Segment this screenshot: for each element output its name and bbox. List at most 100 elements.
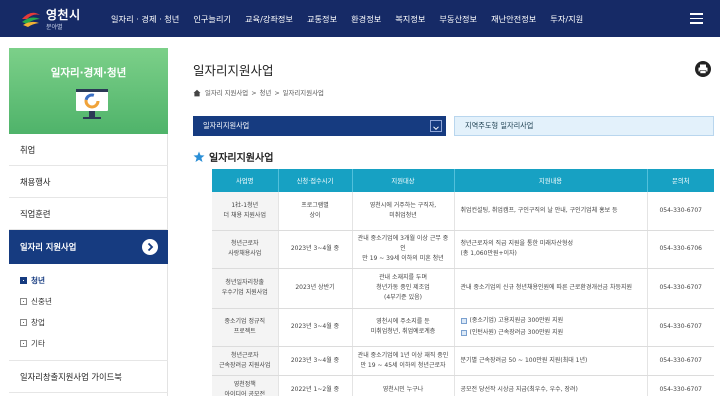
content-tabs: 일자리지원사업 지역주도형 일자리사업	[193, 116, 714, 136]
sidebar-sub-label: 청년	[31, 276, 45, 285]
period-cell: 2023년 3~4월 중	[277, 308, 352, 347]
period-cell: 2023년 상반기	[277, 268, 352, 309]
menu-disaster-safety[interactable]: 재난안전정보	[491, 13, 536, 25]
page-title: 일자리지원사업	[193, 63, 274, 78]
target-cell: 관내 중소기업에 1년 이상 재직 중인 만 19 ~ 45세 이하의 청년근로…	[351, 346, 454, 376]
support-content-text: 분기별 근속장려금 50 ~ 100만원 지원(최대 1년)	[460, 356, 588, 364]
hamburger-icon[interactable]	[690, 13, 703, 24]
menu-education[interactable]: 교육/강좌정보	[245, 13, 293, 25]
menu-real-estate[interactable]: 부동산정보	[439, 13, 477, 25]
star-icon	[193, 151, 205, 162]
target-cell: 영천시민 누구나	[351, 375, 454, 396]
logo-name: 영천시	[46, 8, 81, 22]
content-cell: 관내 중소기업의 신규 청년채용인원에 따른 근로환경개선금 차등지원	[453, 268, 647, 309]
menu-welfare[interactable]: 복지정보	[395, 13, 425, 25]
contact-cell: 054-330-6707	[646, 192, 714, 231]
contact-cell: 054-330-6707	[646, 268, 714, 309]
sidebar-sub-label: 기타	[31, 339, 45, 348]
column-header: 사업명	[212, 169, 278, 192]
menu-environment[interactable]: 환경정보	[351, 13, 381, 25]
support-content-line: (중소기업) 고용지원금 300만원 지원	[460, 316, 644, 326]
sidebar-sub-label: 창업	[31, 318, 45, 327]
breadcrumb-item[interactable]: 청년	[260, 88, 272, 97]
program-name-cell: 영천정책 아이디어 공모전	[212, 375, 278, 396]
table-row: 중소기업 정규직 프로젝트 2023년 3~4월 중 영천시에 주소지를 둔 미취업…	[212, 308, 714, 347]
program-name-cell: 1社-1청년 더 채용 지원사업	[212, 192, 278, 231]
section-title: 일자리지원사업	[193, 149, 273, 164]
column-header: 지원내용	[453, 169, 647, 192]
tab-job-support[interactable]: 일자리지원사업	[193, 116, 446, 136]
sidebar-item-job-support[interactable]: 일자리 지원사업	[9, 230, 168, 264]
square-bullet-icon	[20, 298, 27, 305]
sidebar-item-employment[interactable]: 취업	[9, 134, 168, 166]
menu-population[interactable]: 인구늘리기	[193, 13, 231, 25]
sidebar-item-guidebook[interactable]: 일자리창출지원사업 가이드북	[9, 361, 168, 393]
breadcrumb: 일자리 지원사업 > 청년 > 일자리지원사업	[193, 88, 324, 97]
tab-label: 일자리지원사업	[203, 121, 250, 130]
support-content-line: 취업컨설팅, 취업캠프, 구인구직의 날 안내, 구인기업체 홍보 등	[461, 206, 644, 216]
support-content-line: 관내 중소기업의 신규 청년채용인원에 따른 근로환경개선금 차등지원	[461, 283, 644, 293]
content-cell: (중소기업) 고용지원금 300만원 지원 (인턴사원) 근속장려금 300만원 …	[453, 308, 647, 347]
sidebar-sub-middle-age[interactable]: 신중년	[20, 291, 168, 312]
support-content-line: 분기별 근속장려금 50 ~ 100만원 지원(최대 1년)	[461, 356, 644, 366]
program-name-cell: 중소기업 정규직 프로젝트	[212, 308, 278, 347]
sidebar-menu: 취업 채용행사 직업훈련 일자리 지원사업 청년 신중년 창업 기타 일자리창출…	[9, 134, 168, 393]
support-content-text: (인턴사원) 근속장려금 300만원 지원	[469, 329, 564, 336]
program-name-cell: 청년일자리창출 우수기업 지원사업	[212, 268, 278, 309]
sidebar-sub-etc[interactable]: 기타	[20, 333, 168, 354]
table-row: 청년일자리창출 우수기업 지원사업 2023년 상반기 관내 소재지를 두며 청년가…	[212, 268, 714, 309]
menu-investment[interactable]: 투자/지원	[550, 13, 583, 25]
table-row: 1社-1청년 더 채용 지원사업 프로그램별 상이 영천시에 거주하는 구직자, 미…	[212, 192, 714, 231]
target-cell: 관내 중소기업에 3개월 이상 근무 중인 만 19 ~ 39세 이하의 미혼 …	[351, 230, 454, 269]
checkbox-bullet-icon	[460, 330, 467, 336]
square-bullet-icon	[20, 319, 27, 326]
breadcrumb-item[interactable]: 일자리 지원사업	[205, 88, 248, 97]
chevron-down-icon[interactable]	[430, 120, 442, 132]
city-logo-icon	[22, 12, 40, 27]
support-content-line: 청년근로자의 직급 지원을 통한 미래자산형성 (총 1,060만원+이자)	[461, 239, 644, 259]
content-cell: 청년근로자의 직급 지원을 통한 미래자산형성 (총 1,060만원+이자)	[453, 230, 647, 269]
chevron-right-icon	[142, 239, 158, 255]
breadcrumb-separator: >	[251, 88, 257, 97]
square-bullet-icon	[20, 277, 27, 284]
table-row: 청년근로자 사랑채용사업 2023년 3~4월 중 관내 중소기업에 3개월 이상 …	[212, 230, 714, 269]
sidebar-item-job-fair[interactable]: 채용행사	[9, 166, 168, 198]
sidebar-item-label: 일자리 지원사업	[20, 242, 77, 252]
contact-cell: 054-330-6706	[646, 230, 714, 269]
support-content-text: (중소기업) 고용지원금 300만원 지원	[469, 317, 564, 324]
sidebar-item-training[interactable]: 직업훈련	[9, 198, 168, 230]
sidebar: 일자리·경제·청년 취업 채용행사 직업훈련 일자리 지원사업 청년 신중년 창…	[9, 48, 168, 396]
support-content-text: 청년근로자의 직급 지원을 통한 미래자산형성 (총 1,060만원+이자)	[460, 240, 574, 257]
sidebar-sub-youth[interactable]: 청년	[20, 270, 168, 291]
menu-traffic[interactable]: 교통정보	[307, 13, 337, 25]
sidebar-sub-startup[interactable]: 창업	[20, 312, 168, 333]
logo-subtitle: 분야별	[46, 24, 63, 31]
top-navigation: 영천시 분야별 일자리 · 경제 · 청년 인구늘리기 교육/강좌정보 교통정보…	[0, 0, 720, 37]
print-icon[interactable]	[695, 61, 711, 77]
period-cell: 2023년 3~4월 중	[277, 230, 352, 269]
program-name-cell: 청년근로자 근속장려금 지원사업	[212, 346, 278, 376]
table-body: 1社-1청년 더 채용 지원사업 프로그램별 상이 영천시에 거주하는 구직자, 미…	[212, 192, 714, 396]
menu-jobs-economy-youth[interactable]: 일자리 · 경제 · 청년	[111, 13, 179, 25]
checkbox-bullet-icon	[460, 318, 467, 324]
target-cell: 영천시에 거주하는 구직자, 미취업청년	[351, 192, 454, 231]
site-logo[interactable]: 영천시 분야별	[19, 5, 89, 32]
column-header: 문의처	[646, 169, 714, 192]
breadcrumb-separator: >	[274, 88, 280, 97]
support-content-line: (인턴사원) 근속장려금 300만원 지원	[460, 328, 644, 338]
period-cell: 2023년 3~4월 중	[277, 346, 352, 376]
table-row: 영천정책 아이디어 공모전 2022년 1~2월 중 영천시민 누구나 공모전 당선작…	[212, 375, 714, 396]
support-content-text: 관내 중소기업의 신규 청년채용인원에 따른 근로환경개선금 차등지원	[460, 284, 633, 291]
main-menu: 일자리 · 경제 · 청년 인구늘리기 교육/강좌정보 교통정보 환경정보 복지…	[111, 0, 597, 37]
sidebar-header: 일자리·경제·청년	[9, 48, 168, 134]
home-icon[interactable]	[193, 89, 201, 97]
breadcrumb-item[interactable]: 일자리지원사업	[283, 88, 324, 97]
contact-cell: 054-330-6707	[646, 308, 714, 347]
period-cell: 2022년 1~2월 중	[277, 375, 352, 396]
section-title-text: 일자리지원사업	[209, 153, 274, 164]
sidebar-submenu: 청년 신중년 창업 기타	[9, 264, 168, 361]
target-cell: 관내 소재지를 두며 청년가동 중인 제조업 (4부기준 있음)	[351, 268, 454, 309]
tab-regional-jobs[interactable]: 지역주도형 일자리사업	[454, 116, 714, 136]
content-cell: 취업컨설팅, 취업캠프, 구인구직의 날 안내, 구인기업체 홍보 등	[453, 192, 647, 231]
target-cell: 영천시에 주소지를 둔 미취업청년, 취업예로계층	[351, 308, 454, 347]
